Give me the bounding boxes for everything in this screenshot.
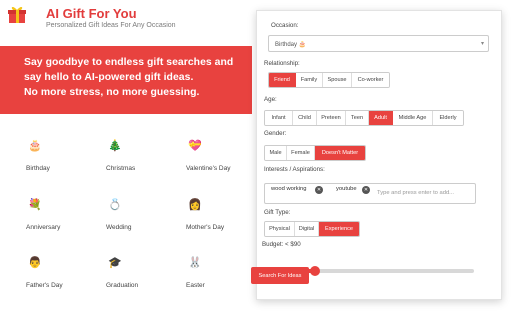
gift-type-button-group: Physical Digital Experience <box>264 221 360 237</box>
age-option-middle-age[interactable]: Middle Age <box>393 111 433 125</box>
occasion-christmas[interactable]: 🎄 Christmas <box>104 140 184 180</box>
occasion-select-value: Birthday 🎂 <box>275 42 307 48</box>
relationship-button-group: Friend Family Spouse Co-worker <box>268 72 390 88</box>
budget-field-label: Budget: < $90 <box>262 241 301 248</box>
app-title: AI Gift For You <box>46 6 137 21</box>
hero-line-3: No more stress, no more guessing. <box>24 87 200 98</box>
ring-icon: 💍 <box>108 199 122 211</box>
occasion-label: Valentine's Day <box>186 165 231 172</box>
occasion-anniversary[interactable]: 💐 Anniversary <box>24 199 104 239</box>
occasion-mothers-day[interactable]: 👩 Mother's Day <box>184 199 264 239</box>
gift-type-option-physical[interactable]: Physical <box>265 222 295 236</box>
occasion-label: Graduation <box>106 282 139 289</box>
occasion-label: Anniversary <box>26 224 61 231</box>
age-option-child[interactable]: Child <box>293 111 317 125</box>
hero-line-2: say hello to AI-powered gift ideas. <box>24 72 194 83</box>
graduation-cap-icon: 🎓 <box>108 257 122 269</box>
cake-icon: 🎂 <box>28 140 42 152</box>
occasion-fathers-day[interactable]: 👨 Father's Day <box>24 257 104 297</box>
app-root: AI Gift For You Personalized Gift Ideas … <box>0 0 512 320</box>
search-for-ideas-button[interactable]: Search For Ideas <box>251 267 309 284</box>
interests-input-placeholder: Type and press enter to add... <box>377 190 455 196</box>
age-option-adult[interactable]: Adult <box>369 111 393 125</box>
age-field-label: Age: <box>264 96 277 103</box>
gender-option-male[interactable]: Male <box>265 146 287 160</box>
gift-type-field-label: Gift Type: <box>264 209 291 216</box>
gift-type-option-digital[interactable]: Digital <box>295 222 319 236</box>
occasion-wedding[interactable]: 💍 Wedding <box>104 199 184 239</box>
occasion-label: Christmas <box>106 165 136 172</box>
occasion-label: Easter <box>186 282 205 289</box>
christmas-tree-icon: 🎄 <box>108 140 122 152</box>
age-option-teen[interactable]: Teen <box>346 111 369 125</box>
woman-icon: 👩 <box>188 199 202 211</box>
relationship-option-friend[interactable]: Friend <box>269 73 296 87</box>
occasion-select[interactable]: Birthday 🎂 ▾ <box>268 35 489 52</box>
interest-tag: wood working <box>271 186 307 192</box>
occasion-label: Birthday <box>26 165 50 172</box>
interests-field-label: Interests / Aspirations: <box>264 166 325 173</box>
occasion-label: Wedding <box>106 224 132 231</box>
age-option-infant[interactable]: Infant <box>265 111 293 125</box>
man-icon: 👨 <box>28 257 42 269</box>
rabbit-icon: 🐰 <box>188 257 202 269</box>
occasion-label: Father's Day <box>26 282 63 289</box>
remove-tag-icon[interactable]: ✕ <box>315 186 323 194</box>
occasion-birthday[interactable]: 🎂 Birthday <box>24 140 104 180</box>
bouquet-icon: 💐 <box>28 199 42 211</box>
occasion-valentines-day[interactable]: 💝 Valentine's Day <box>184 140 264 180</box>
age-button-group: Infant Child Preteen Teen Adult Middle A… <box>264 110 464 126</box>
age-option-preteen[interactable]: Preteen <box>317 111 346 125</box>
occasion-field-label: Occasion: <box>271 22 299 29</box>
relationship-field-label: Relationship: <box>264 60 300 67</box>
remove-tag-icon[interactable]: ✕ <box>362 186 370 194</box>
gender-option-doesnt-matter[interactable]: Doesn't Matter <box>315 146 365 160</box>
gift-type-option-experience[interactable]: Experience <box>319 222 359 236</box>
chevron-down-icon: ▾ <box>480 41 484 47</box>
occasion-label: Mother's Day <box>186 224 225 231</box>
age-option-elderly[interactable]: Elderly <box>433 111 463 125</box>
gift-box-icon <box>8 6 26 23</box>
gender-option-female[interactable]: Female <box>287 146 315 160</box>
interest-tag: youtube <box>336 186 357 192</box>
relationship-option-family[interactable]: Family <box>296 73 323 87</box>
relationship-option-co-worker[interactable]: Co-worker <box>352 73 389 87</box>
gender-field-label: Gender: <box>264 130 287 137</box>
budget-slider-thumb[interactable] <box>309 266 320 276</box>
relationship-option-spouse[interactable]: Spouse <box>323 73 352 87</box>
heart-gift-icon: 💝 <box>188 140 202 152</box>
gender-button-group: Male Female Doesn't Matter <box>264 145 366 161</box>
hero-line-1: Say goodbye to endless gift searches and <box>24 57 234 68</box>
occasion-graduation[interactable]: 🎓 Graduation <box>104 257 184 297</box>
app-subtitle: Personalized Gift Ideas For Any Occasion <box>46 22 176 29</box>
